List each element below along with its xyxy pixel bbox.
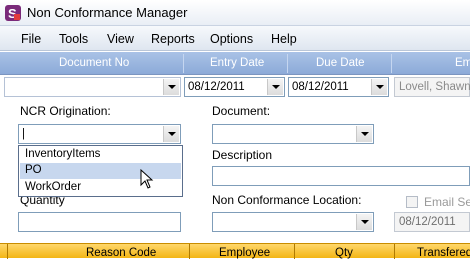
chevron-down-icon[interactable] bbox=[356, 214, 372, 230]
menu-bar: File Tools View Reports Options Help bbox=[0, 25, 470, 51]
menu-reports[interactable]: Reports bbox=[151, 32, 195, 46]
ncr-origination-dropdown-list: InventoryItems PO WorkOrder bbox=[18, 145, 183, 197]
menu-tools[interactable]: Tools bbox=[59, 32, 88, 46]
due-date-picker[interactable]: 08/12/2011 bbox=[288, 77, 389, 97]
column-separator bbox=[394, 244, 395, 259]
column-separator bbox=[183, 54, 184, 73]
entry-date-value: 08/12/2011 bbox=[188, 81, 245, 93]
column-transfered[interactable]: Transfered bbox=[417, 247, 470, 259]
document-label: Document: bbox=[212, 104, 271, 118]
column-separator bbox=[287, 54, 288, 73]
email-date-value: 08/12/2011 bbox=[399, 216, 456, 228]
email-label: Email Se bbox=[424, 195, 470, 209]
column-document-no[interactable]: Document No bbox=[59, 57, 129, 69]
ncr-origination-select[interactable]: | bbox=[18, 124, 181, 144]
email-date-field[interactable]: 08/12/2011 bbox=[394, 212, 470, 232]
chevron-down-icon[interactable] bbox=[163, 79, 179, 95]
ncr-origination-value: | bbox=[22, 128, 25, 140]
document-no-combo[interactable] bbox=[4, 77, 181, 97]
column-separator bbox=[7, 244, 8, 259]
menu-view[interactable]: View bbox=[107, 32, 134, 46]
column-reason-code[interactable]: Reason Code bbox=[86, 247, 156, 259]
column-qty[interactable]: Qty bbox=[335, 247, 353, 259]
document-select[interactable] bbox=[212, 124, 374, 144]
dropdown-option-workorder[interactable]: WorkOrder bbox=[20, 180, 181, 196]
chevron-down-icon[interactable] bbox=[163, 126, 179, 142]
menu-options[interactable]: Options bbox=[210, 32, 253, 46]
column-separator bbox=[391, 54, 392, 73]
chevron-down-icon[interactable] bbox=[371, 79, 387, 95]
bottom-grid-header: Reason Code Employee Qty Transfered bbox=[0, 243, 470, 259]
column-due-date[interactable]: Due Date bbox=[316, 57, 365, 69]
menu-file[interactable]: File bbox=[21, 32, 41, 46]
employee-value: Lovell, Shawn bbox=[399, 81, 470, 93]
column-employee[interactable]: Employee bbox=[219, 247, 270, 259]
nc-location-label: Non Conformance Location: bbox=[212, 193, 362, 207]
description-input[interactable] bbox=[212, 166, 470, 186]
due-date-value: 08/12/2011 bbox=[292, 81, 349, 93]
chevron-down-icon[interactable] bbox=[356, 126, 372, 142]
dropdown-option-po[interactable]: PO bbox=[20, 163, 181, 179]
window-title: Non Conformance Manager bbox=[27, 5, 188, 20]
employee-field[interactable]: Lovell, Shawn bbox=[394, 77, 470, 97]
mouse-cursor-icon bbox=[140, 169, 154, 189]
nc-location-select[interactable] bbox=[212, 212, 374, 232]
email-checkbox[interactable] bbox=[406, 196, 418, 208]
quantity-input[interactable] bbox=[18, 212, 181, 232]
menu-help[interactable]: Help bbox=[271, 32, 297, 46]
column-entry-date[interactable]: Entry Date bbox=[210, 57, 264, 69]
app-icon: S bbox=[5, 5, 21, 21]
column-employee[interactable]: Em bbox=[455, 57, 470, 69]
title-bar: S Non Conformance Manager bbox=[0, 0, 470, 25]
chevron-down-icon[interactable] bbox=[267, 79, 283, 95]
grid-column-header: Document No Entry Date Due Date Em bbox=[0, 52, 470, 75]
ncr-origination-label: NCR Origination: bbox=[20, 104, 111, 118]
entry-date-picker[interactable]: 08/12/2011 bbox=[184, 77, 285, 97]
description-label: Description bbox=[212, 148, 273, 162]
dropdown-option-inventoryitems[interactable]: InventoryItems bbox=[20, 147, 181, 163]
column-separator bbox=[294, 244, 295, 259]
column-separator bbox=[189, 244, 190, 259]
